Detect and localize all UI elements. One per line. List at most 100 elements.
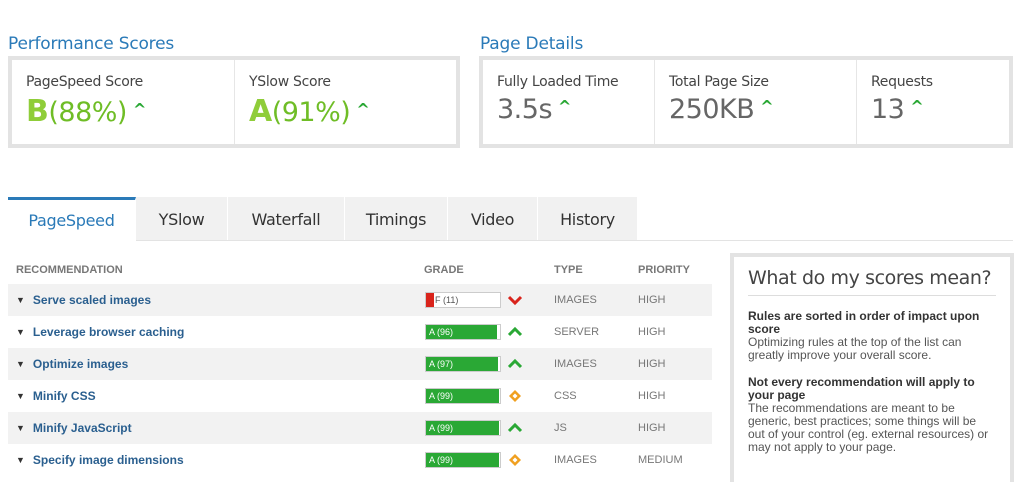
help-block: Not every recommendation will apply to y… (748, 376, 996, 454)
grade-text: A (99) (429, 455, 454, 465)
recommendation-type: SERVER (554, 326, 600, 338)
yslow-grade: A (249, 94, 272, 129)
trend-up-icon: ^ (760, 97, 774, 116)
recommendation-priority: MEDIUM (638, 454, 683, 466)
page-details-panel: Fully Loaded Time 3.5s ^ Total Page Size… (479, 56, 1013, 148)
recommendation-name[interactable]: Optimize images (33, 357, 128, 371)
recommendation-link[interactable]: ▼ Specify image dimensions (16, 453, 184, 467)
trend-up-icon: ^ (558, 97, 571, 116)
load-time-card: Fully Loaded Time 3.5s ^ (483, 60, 654, 144)
help-title: What do my scores mean? (748, 267, 996, 296)
recommendation-type: IMAGES (554, 454, 597, 466)
recommendation-link[interactable]: ▼ Minify CSS (16, 389, 96, 403)
recommendation-name[interactable]: Specify image dimensions (33, 453, 184, 467)
chevron-up-icon (507, 356, 523, 372)
expand-triangle-icon[interactable]: ▼ (16, 359, 25, 369)
page-details-title: Page Details (480, 34, 584, 54)
chevron-up-icon (507, 324, 523, 340)
recommendation-type: CSS (554, 390, 577, 402)
requests-card: Requests 13 ^ (856, 60, 1009, 144)
recommendation-priority: HIGH (638, 358, 666, 370)
load-time-label: Fully Loaded Time (497, 74, 619, 90)
grade-text: F (11) (435, 295, 459, 305)
recommendation-priority: HIGH (638, 422, 666, 434)
grade-bar: A (99) (425, 388, 501, 404)
grade-text: A (97) (429, 359, 454, 369)
recommendation-priority: HIGH (638, 294, 666, 306)
help-block-body: Optimizing rules at the top of the list … (748, 335, 962, 362)
tab-video[interactable]: Video (448, 197, 538, 241)
recommendation-name[interactable]: Serve scaled images (33, 293, 151, 307)
tab-history[interactable]: History (538, 197, 638, 241)
grade-text: A (99) (429, 391, 454, 401)
priority-column-header: PRIORITY (638, 264, 690, 276)
table-row[interactable]: ▼ Optimize images A (97) IMAGES HIGH (8, 348, 712, 380)
expand-triangle-icon[interactable]: ▼ (16, 423, 25, 433)
table-row[interactable]: ▼ Leverage browser caching A (96) SERVER HIG… (8, 316, 712, 348)
table-row[interactable]: ▼ Minify CSS A (99) CSS HIGH (8, 380, 712, 412)
yslow-score-card: YSlow Score A (91%) ^ (234, 60, 456, 144)
tab-waterfall[interactable]: Waterfall (228, 197, 345, 241)
chevron-up-icon (507, 420, 523, 436)
grade-text: A (96) (429, 327, 454, 337)
help-block-heading: Rules are sorted in order of impact upon… (748, 309, 980, 336)
expand-triangle-icon[interactable]: ▼ (16, 391, 25, 401)
tab-yslow[interactable]: YSlow (136, 197, 228, 241)
tab-pagespeed[interactable]: PageSpeed (8, 197, 136, 241)
page-size-value: 250KB (669, 94, 755, 125)
recommendation-column-header: RECOMMENDATION (16, 264, 123, 276)
performance-scores-panel: PageSpeed Score B (88%) ^ YSlow Score A … (8, 56, 460, 148)
grade-bar: F (11) (425, 292, 501, 308)
requests-value: 13 (871, 94, 905, 125)
table-row[interactable]: ▼ Serve scaled images F (11) IMAGES HIGH (8, 284, 712, 316)
grade-bar: A (99) (425, 420, 501, 436)
grade-column-header: GRADE (424, 264, 464, 276)
trend-up-icon: ^ (356, 100, 370, 119)
recommendation-link[interactable]: ▼ Minify JavaScript (16, 421, 132, 435)
recommendation-type: IMAGES (554, 358, 597, 370)
performance-scores-title: Performance Scores (8, 34, 175, 54)
load-time-value: 3.5s (497, 94, 553, 125)
pagespeed-score-card: PageSpeed Score B (88%) ^ (12, 60, 234, 144)
table-row[interactable]: ▼ Minify JavaScript A (99) JS HIGH (8, 412, 712, 444)
grade-bar: A (96) (425, 324, 501, 340)
pagespeed-percent: (88%) (48, 97, 127, 128)
chevron-down-icon (507, 292, 523, 308)
recommendation-name[interactable]: Minify JavaScript (33, 421, 132, 435)
recommendation-priority: HIGH (638, 390, 666, 402)
recommendation-type: IMAGES (554, 294, 597, 306)
scores-help-panel: What do my scores mean? Rules are sorted… (730, 253, 1014, 482)
table-row[interactable]: ▼ Specify image dimensions A (99) IMAGES MED… (8, 444, 712, 476)
help-block-heading: Not every recommendation will apply to y… (748, 375, 975, 402)
page-size-card: Total Page Size 250KB ^ (654, 60, 856, 144)
type-column-header: TYPE (554, 264, 583, 276)
recommendation-name[interactable]: Minify CSS (33, 389, 96, 403)
grade-bar-fill (426, 293, 435, 307)
recommendation-link[interactable]: ▼ Leverage browser caching (16, 325, 184, 339)
diamond-icon (507, 452, 523, 468)
requests-label: Requests (871, 74, 933, 90)
recommendation-link[interactable]: ▼ Optimize images (16, 357, 128, 371)
grade-text: A (99) (429, 423, 454, 433)
recommendations-table: ▼ Serve scaled images F (11) IMAGES HIGH ▼ Lev… (8, 284, 712, 476)
page-size-label: Total Page Size (669, 74, 769, 90)
help-block-body: The recommendations are meant to be gene… (748, 401, 989, 454)
recommendation-type: JS (554, 422, 567, 434)
recommendation-priority: HIGH (638, 326, 666, 338)
pagespeed-grade: B (26, 94, 49, 129)
recommendation-link[interactable]: ▼ Serve scaled images (16, 293, 151, 307)
grade-bar: A (97) (425, 356, 501, 372)
expand-triangle-icon[interactable]: ▼ (16, 455, 25, 465)
trend-up-icon: ^ (910, 97, 924, 116)
expand-triangle-icon[interactable]: ▼ (16, 295, 25, 305)
tab-timings[interactable]: Timings (345, 197, 448, 241)
grade-bar: A (99) (425, 452, 501, 468)
recommendation-name[interactable]: Leverage browser caching (33, 325, 184, 339)
help-block: Rules are sorted in order of impact upon… (748, 310, 996, 362)
yslow-score-label: YSlow Score (249, 74, 331, 90)
expand-triangle-icon[interactable]: ▼ (16, 327, 25, 337)
tabs-divider (136, 240, 1013, 241)
pagespeed-score-label: PageSpeed Score (26, 74, 143, 90)
trend-up-icon: ^ (132, 100, 146, 119)
diamond-icon (507, 388, 523, 404)
